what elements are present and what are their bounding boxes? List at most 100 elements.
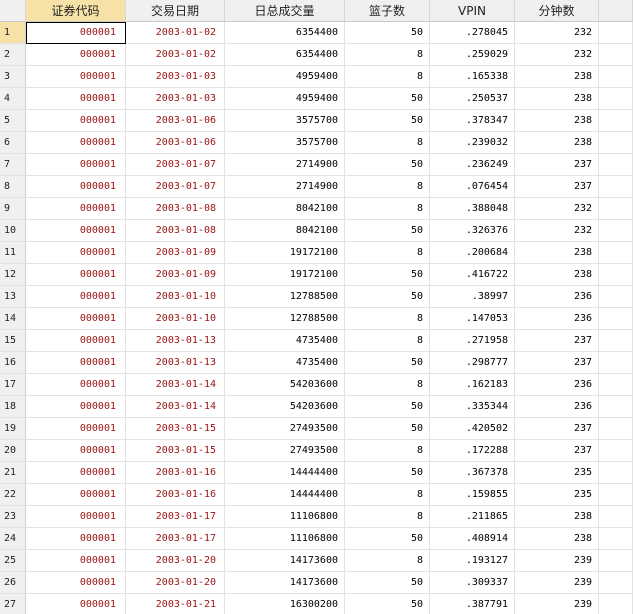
table-row[interactable]: 25 000001 2003-01-20 14173600 8.193127 239 <box>0 550 633 572</box>
cell-basket[interactable]: 8 <box>345 198 430 220</box>
cell-date[interactable]: 2003-01-08 <box>126 198 225 220</box>
row-number[interactable]: 16 <box>0 352 26 374</box>
cell-basket[interactable]: 50 <box>345 352 430 374</box>
row-number[interactable]: 17 <box>0 374 26 396</box>
row-number[interactable]: 12 <box>0 264 26 286</box>
cell-volume[interactable]: 11106800 <box>225 506 345 528</box>
cell-code[interactable]: 000001 <box>26 154 126 176</box>
table-row[interactable]: 20 000001 2003-01-15 27493500 8.172288 237 <box>0 440 633 462</box>
cell-volume[interactable]: 12788500 <box>225 308 345 330</box>
cell-date[interactable]: 2003-01-17 <box>126 506 225 528</box>
cell-volume[interactable]: 4959400 <box>225 66 345 88</box>
cell-basket[interactable]: 8 <box>345 330 430 352</box>
cell-basket[interactable]: 8 <box>345 66 430 88</box>
cell-minutes[interactable]: 238 <box>515 528 599 550</box>
cell-minutes[interactable]: 232 <box>515 22 599 44</box>
cell-code[interactable]: 000001 <box>26 440 126 462</box>
cell-minutes[interactable]: 236 <box>515 286 599 308</box>
cell-date[interactable]: 2003-01-17 <box>126 528 225 550</box>
cell-vpin[interactable]: .172288 <box>430 440 515 462</box>
cell-minutes[interactable]: 237 <box>515 440 599 462</box>
cell-basket[interactable]: 8 <box>345 550 430 572</box>
table-row[interactable]: 8 000001 2003-01-07 2714900 8.076454 237 <box>0 176 633 198</box>
row-number[interactable]: 8 <box>0 176 26 198</box>
row-number[interactable]: 4 <box>0 88 26 110</box>
column-header-code[interactable]: 证券代码 <box>26 0 126 22</box>
row-number[interactable]: 11 <box>0 242 26 264</box>
cell-date[interactable]: 2003-01-03 <box>126 88 225 110</box>
cell-basket[interactable]: 50 <box>345 572 430 594</box>
cell-code[interactable]: 000001 <box>26 110 126 132</box>
row-number[interactable]: 18 <box>0 396 26 418</box>
cell-basket[interactable]: 50 <box>345 528 430 550</box>
cell-date[interactable]: 2003-01-03 <box>126 66 225 88</box>
cell-basket[interactable]: 50 <box>345 286 430 308</box>
row-number[interactable]: 23 <box>0 506 26 528</box>
cell-minutes[interactable]: 237 <box>515 154 599 176</box>
cell-basket[interactable]: 8 <box>345 176 430 198</box>
cell-vpin[interactable]: .309337 <box>430 572 515 594</box>
table-row[interactable]: 13 000001 2003-01-10 12788500 50.38997 236 <box>0 286 633 308</box>
cell-volume[interactable]: 2714900 <box>225 176 345 198</box>
cell-date[interactable]: 2003-01-07 <box>126 176 225 198</box>
table-row[interactable]: 24 000001 2003-01-17 11106800 50.408914 238 <box>0 528 633 550</box>
cell-volume[interactable]: 14444400 <box>225 484 345 506</box>
table-row[interactable]: 9 000001 2003-01-08 8042100 8.388048 232 <box>0 198 633 220</box>
table-row[interactable]: 4 000001 2003-01-03 4959400 50.250537 238 <box>0 88 633 110</box>
cell-code[interactable]: 000001 <box>26 374 126 396</box>
cell-vpin[interactable]: .200684 <box>430 242 515 264</box>
row-number[interactable]: 2 <box>0 44 26 66</box>
cell-volume[interactable]: 54203600 <box>225 374 345 396</box>
cell-basket[interactable]: 8 <box>345 132 430 154</box>
cell-vpin[interactable]: .076454 <box>430 176 515 198</box>
cell-minutes[interactable]: 237 <box>515 352 599 374</box>
cell-minutes[interactable]: 235 <box>515 484 599 506</box>
cell-date[interactable]: 2003-01-10 <box>126 286 225 308</box>
cell-vpin[interactable]: .236249 <box>430 154 515 176</box>
cell-minutes[interactable]: 238 <box>515 506 599 528</box>
cell-vpin[interactable]: .298777 <box>430 352 515 374</box>
cell-basket[interactable]: 8 <box>345 374 430 396</box>
cell-date[interactable]: 2003-01-20 <box>126 550 225 572</box>
table-row[interactable]: 18 000001 2003-01-14 54203600 50.335344 236 <box>0 396 633 418</box>
cell-vpin[interactable]: .387791 <box>430 594 515 614</box>
cell-volume[interactable]: 6354400 <box>225 44 345 66</box>
cell-code[interactable]: 000001 <box>26 550 126 572</box>
cell-minutes[interactable]: 236 <box>515 308 599 330</box>
cell-vpin[interactable]: .259029 <box>430 44 515 66</box>
cell-vpin[interactable]: .193127 <box>430 550 515 572</box>
cell-minutes[interactable]: 239 <box>515 550 599 572</box>
cell-minutes[interactable]: 237 <box>515 176 599 198</box>
cell-volume[interactable]: 54203600 <box>225 396 345 418</box>
cell-code[interactable]: 000001 <box>26 66 126 88</box>
cell-basket[interactable]: 50 <box>345 154 430 176</box>
cell-basket[interactable]: 8 <box>345 506 430 528</box>
cell-code[interactable]: 000001 <box>26 220 126 242</box>
table-row[interactable]: 6 000001 2003-01-06 3575700 8.239032 238 <box>0 132 633 154</box>
cell-vpin[interactable]: .367378 <box>430 462 515 484</box>
cell-volume[interactable]: 16300200 <box>225 594 345 614</box>
cell-minutes[interactable]: 238 <box>515 88 599 110</box>
table-row[interactable]: 3 000001 2003-01-03 4959400 8.165338 238 <box>0 66 633 88</box>
cell-vpin[interactable]: .378347 <box>430 110 515 132</box>
cell-vpin[interactable]: .271958 <box>430 330 515 352</box>
table-row[interactable]: 15 000001 2003-01-13 4735400 8.271958 237 <box>0 330 633 352</box>
cell-vpin[interactable]: .388048 <box>430 198 515 220</box>
cell-date[interactable]: 2003-01-21 <box>126 594 225 614</box>
cell-volume[interactable]: 19172100 <box>225 242 345 264</box>
cell-date[interactable]: 2003-01-02 <box>126 22 225 44</box>
cell-volume[interactable]: 6354400 <box>225 22 345 44</box>
cell-volume[interactable]: 8042100 <box>225 198 345 220</box>
cell-vpin[interactable]: .165338 <box>430 66 515 88</box>
cell-code[interactable]: 000001 <box>26 462 126 484</box>
cell-basket[interactable]: 8 <box>345 242 430 264</box>
cell-volume[interactable]: 19172100 <box>225 264 345 286</box>
table-row[interactable]: 7 000001 2003-01-07 2714900 50.236249 237 <box>0 154 633 176</box>
table-row[interactable]: 23 000001 2003-01-17 11106800 8.211865 238 <box>0 506 633 528</box>
table-row[interactable]: 27 000001 2003-01-21 16300200 50.387791 239 <box>0 594 633 614</box>
cell-code[interactable]: 000001 <box>26 506 126 528</box>
cell-minutes[interactable]: 232 <box>515 44 599 66</box>
cell-basket[interactable]: 8 <box>345 44 430 66</box>
cell-volume[interactable]: 27493500 <box>225 440 345 462</box>
cell-volume[interactable]: 27493500 <box>225 418 345 440</box>
